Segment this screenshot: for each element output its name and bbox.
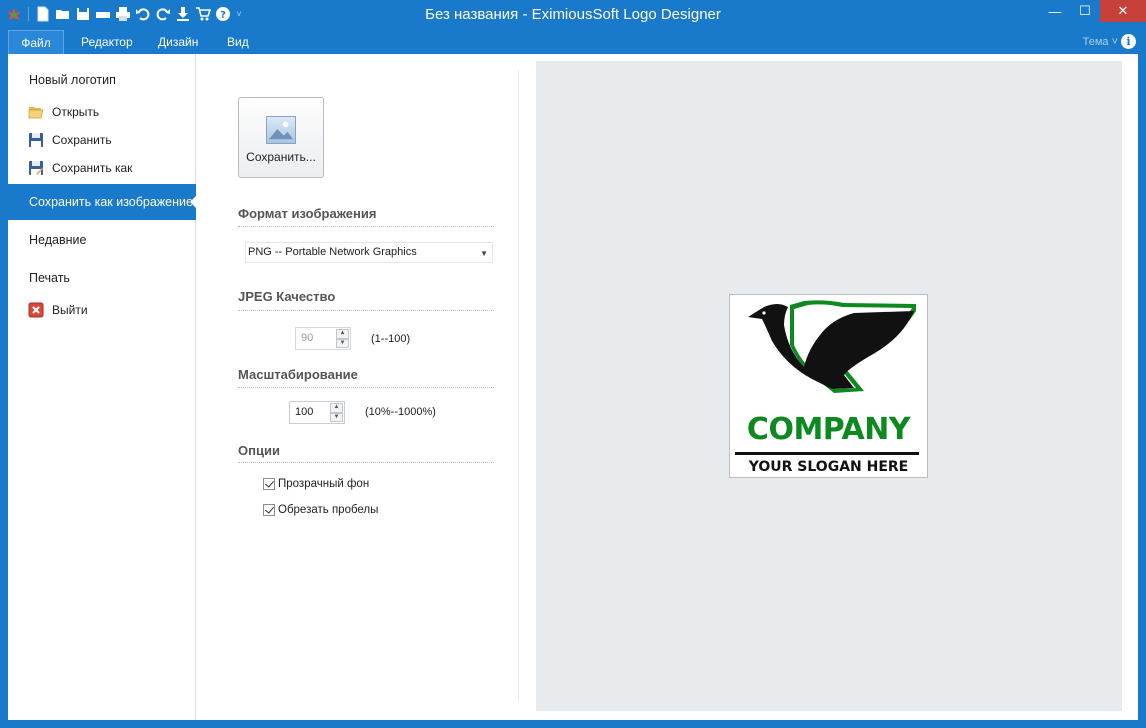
nav-new-logo-label: Новый логотип (29, 73, 116, 87)
checkbox-checked-icon (263, 504, 275, 516)
format-select[interactable]: PNG -- Portable Network Graphics ▼ (245, 242, 493, 263)
scaling-range: (10%--1000%) (365, 406, 436, 418)
scaling-heading: Масштабирование (238, 367, 358, 382)
nav-save-as-label: Сохранить как (52, 161, 133, 175)
nav-recent[interactable]: Недавние (8, 229, 196, 251)
nav-open[interactable]: Открыть (8, 101, 196, 123)
tab-design[interactable]: Дизайн (146, 30, 210, 54)
image-icon (266, 116, 296, 144)
options-heading: Опции (238, 443, 280, 458)
title-bar: ? ˅ Без названия - EximiousSoft Logo Des… (0, 0, 1146, 30)
divider (238, 226, 494, 227)
stepper-buttons: ▲ ▼ (336, 329, 349, 348)
info-icon[interactable]: i (1121, 34, 1136, 49)
eagle-emblem (748, 300, 916, 393)
format-heading: Формат изображения (238, 206, 377, 221)
logo-company-text: COMPANY (746, 412, 911, 447)
jpeg-quality-range: (1--100) (371, 333, 411, 345)
close-button[interactable]: ✕ (1100, 0, 1146, 22)
backstage-view: Новый логотип Открыть Сохранить Сохранит… (8, 54, 1138, 720)
stepper-down-button[interactable]: ▼ (330, 412, 343, 422)
scaling-value: 100 (295, 406, 314, 418)
nav-print-label: Печать (29, 271, 70, 285)
save-image-button[interactable]: Сохранить... (238, 97, 324, 178)
jpeg-quality-value: 90 (301, 332, 314, 344)
minimize-button[interactable]: — (1040, 0, 1070, 22)
ribbon-tabs: Файл Редактор Дизайн Вид Тема ˅ i (0, 30, 1146, 54)
divider (238, 310, 494, 311)
scaling-stepper[interactable]: 100 ▲ ▼ (289, 401, 345, 424)
transparent-bg-label: Прозрачный фон (278, 478, 370, 490)
window-title: Без названия - EximiousSoft Logo Designe… (425, 6, 721, 23)
nav-print[interactable]: Печать (8, 267, 196, 289)
backstage-nav: Новый логотип Открыть Сохранить Сохранит… (8, 54, 197, 720)
stepper-buttons: ▲ ▼ (330, 403, 343, 422)
save-image-button-label: Сохранить... (246, 150, 316, 164)
stepper-up-button[interactable]: ▲ (336, 329, 349, 339)
save-image-panel: Сохранить... Формат изображения PNG -- P… (197, 54, 519, 720)
tab-editor[interactable]: Редактор (69, 30, 145, 54)
format-select-value: PNG -- Portable Network Graphics (248, 246, 417, 258)
nav-save-label: Сохранить (52, 133, 112, 147)
divider (238, 387, 494, 388)
logo-preview: COMPANY YOUR SLOGAN HERE (729, 294, 928, 478)
jpeg-quality-stepper[interactable]: 90 ▲ ▼ (295, 327, 351, 350)
nav-open-label: Открыть (52, 105, 100, 119)
save-as-icon (28, 160, 44, 176)
nav-exit[interactable]: Выйти (8, 299, 196, 321)
maximize-button[interactable]: ☐ (1070, 0, 1100, 22)
folder-open-icon (28, 104, 44, 120)
preview-area: COMPANY YOUR SLOGAN HERE (536, 61, 1122, 711)
stepper-down-button[interactable]: ▼ (336, 338, 349, 348)
panel-divider (518, 70, 519, 700)
nav-exit-label: Выйти (52, 303, 88, 317)
transparent-bg-checkbox[interactable]: Прозрачный фон (263, 478, 369, 490)
tab-file[interactable]: Файл (8, 30, 64, 54)
nav-save-as[interactable]: Сохранить как (8, 157, 196, 179)
nav-save-as-image[interactable]: Сохранить как изображение (8, 184, 197, 220)
chevron-down-icon: ▼ (480, 249, 488, 258)
logo-slogan-text: YOUR SLOGAN HERE (748, 459, 909, 475)
nav-save[interactable]: Сохранить (8, 129, 196, 151)
nav-new-logo[interactable]: Новый логотип (8, 69, 196, 91)
trim-whitespace-label: Обрезать пробелы (278, 504, 379, 516)
stepper-up-button[interactable]: ▲ (330, 403, 343, 413)
checkbox-checked-icon (263, 478, 275, 490)
logo-divider-bar (735, 452, 919, 455)
nav-recent-label: Недавние (29, 233, 87, 247)
divider (238, 462, 494, 463)
trim-whitespace-checkbox[interactable]: Обрезать пробелы (263, 504, 378, 516)
tab-view[interactable]: Вид (215, 30, 261, 54)
floppy-disk-icon (28, 132, 44, 148)
nav-save-as-image-label: Сохранить как изображение (29, 195, 193, 209)
exit-icon (28, 302, 44, 318)
window-controls: — ☐ ✕ (1040, 0, 1146, 22)
theme-dropdown[interactable]: Тема ˅ (1083, 36, 1118, 48)
jpeg-quality-heading: JPEG Качество (238, 289, 336, 304)
